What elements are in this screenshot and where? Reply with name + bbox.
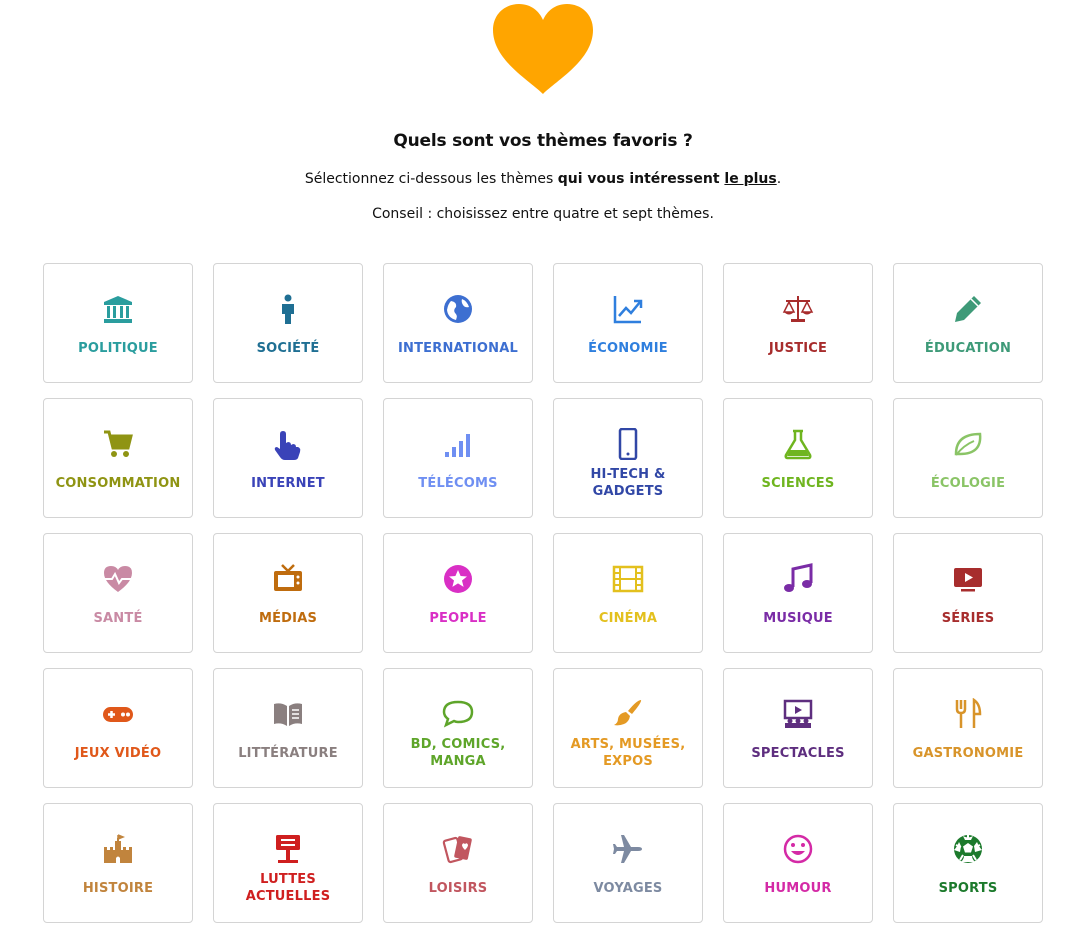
subtitle-underline: le plus bbox=[724, 171, 777, 187]
subtitle-emphasis: qui vous intéressent bbox=[557, 171, 725, 187]
theme-tile-voyages[interactable]: VOYAGES bbox=[553, 803, 703, 923]
theme-label: ÉDUCATION bbox=[924, 340, 1012, 356]
music-note-icon bbox=[779, 560, 817, 598]
theme-tile-medias[interactable]: MÉDIAS bbox=[213, 533, 363, 653]
heartbeat-icon bbox=[99, 560, 137, 598]
cart-icon bbox=[99, 425, 137, 463]
theme-tile-societe[interactable]: SOCIÉTÉ bbox=[213, 263, 363, 383]
star-circle-icon bbox=[439, 560, 477, 598]
theme-label: SPORTS bbox=[938, 880, 998, 896]
theme-tile-sante[interactable]: SANTÉ bbox=[43, 533, 193, 653]
theme-tile-telecoms[interactable]: TÉLÉCOMS bbox=[383, 398, 533, 518]
theme-tile-jeuxvideo[interactable]: JEUX VIDÉO bbox=[43, 668, 193, 788]
theme-label: GASTRONOMIE bbox=[912, 745, 1024, 761]
theme-label: SOCIÉTÉ bbox=[256, 340, 320, 356]
airplane-icon bbox=[609, 830, 647, 868]
film-icon bbox=[609, 560, 647, 598]
play-screen-icon bbox=[949, 560, 987, 598]
flask-icon bbox=[779, 425, 817, 463]
pencil-icon bbox=[949, 290, 987, 328]
selection-tip: Conseil : choisissez entre quatre et sep… bbox=[372, 206, 714, 222]
theme-label: SCIENCES bbox=[761, 475, 835, 491]
paintbrush-icon bbox=[609, 695, 647, 733]
theme-label: SANTÉ bbox=[93, 610, 143, 626]
subtitle-end: . bbox=[776, 171, 782, 187]
theme-tile-ecologie[interactable]: ÉCOLOGIE bbox=[893, 398, 1043, 518]
theme-label: HI-TECH & GADGETS bbox=[590, 467, 666, 499]
heart-logo-icon bbox=[493, 4, 593, 94]
smartphone-icon bbox=[609, 425, 647, 463]
soccer-ball-icon bbox=[949, 830, 987, 868]
theme-tile-bd[interactable]: BD, COMICS, MANGA bbox=[383, 668, 533, 788]
theme-label: SÉRIES bbox=[941, 610, 995, 626]
theme-tile-people[interactable]: PEOPLE bbox=[383, 533, 533, 653]
theme-label: ÉCONOMIE bbox=[588, 340, 668, 356]
theme-label: POLITIQUE bbox=[78, 340, 158, 356]
theme-tile-sports[interactable]: SPORTS bbox=[893, 803, 1043, 923]
theme-label: MÉDIAS bbox=[258, 610, 318, 626]
theme-tile-sciences[interactable]: SCIENCES bbox=[723, 398, 873, 518]
speech-bubble-icon bbox=[439, 695, 477, 733]
gamepad-icon bbox=[99, 695, 137, 733]
theme-tile-cinema[interactable]: CINÉMA bbox=[553, 533, 703, 653]
theme-tile-luttes[interactable]: LUTTES ACTUELLES bbox=[213, 803, 363, 923]
theme-tile-gastronomie[interactable]: GASTRONOMIE bbox=[893, 668, 1043, 788]
theme-tile-internet[interactable]: INTERNET bbox=[213, 398, 363, 518]
theme-tile-litterature[interactable]: LITTÉRATURE bbox=[213, 668, 363, 788]
theme-tile-arts[interactable]: ARTS, MUSÉES, EXPOS bbox=[553, 668, 703, 788]
theme-label: SPECTACLES bbox=[751, 745, 845, 761]
page-title: Quels sont vos thèmes favoris ? bbox=[393, 131, 693, 151]
theme-label: ÉCOLOGIE bbox=[930, 475, 1006, 491]
theme-tile-justice[interactable]: JUSTICE bbox=[723, 263, 873, 383]
theme-tile-series[interactable]: SÉRIES bbox=[893, 533, 1043, 653]
theme-tile-politique[interactable]: POLITIQUE bbox=[43, 263, 193, 383]
globe-icon bbox=[439, 290, 477, 328]
bank-icon bbox=[99, 290, 137, 328]
theme-tile-humour[interactable]: HUMOUR bbox=[723, 803, 873, 923]
stage-icon bbox=[779, 695, 817, 733]
theme-label: PEOPLE bbox=[429, 610, 487, 626]
theme-label: ARTS, MUSÉES, EXPOS bbox=[570, 737, 686, 769]
theme-tile-economie[interactable]: ÉCONOMIE bbox=[553, 263, 703, 383]
theme-label: CONSOMMATION bbox=[55, 475, 181, 491]
leaf-icon bbox=[949, 425, 987, 463]
tv-icon bbox=[269, 560, 307, 598]
cutlery-icon bbox=[949, 695, 987, 733]
theme-tile-musique[interactable]: MUSIQUE bbox=[723, 533, 873, 653]
theme-tile-education[interactable]: ÉDUCATION bbox=[893, 263, 1043, 383]
theme-label: LOISIRS bbox=[428, 880, 488, 896]
theme-label: LITTÉRATURE bbox=[238, 745, 338, 761]
theme-tile-loisirs[interactable]: LOISIRS bbox=[383, 803, 533, 923]
theme-label: VOYAGES bbox=[593, 880, 663, 896]
theme-tile-histoire[interactable]: HISTOIRE bbox=[43, 803, 193, 923]
person-icon bbox=[269, 290, 307, 328]
scales-icon bbox=[779, 290, 817, 328]
trending-up-icon bbox=[609, 290, 647, 328]
theme-label: JEUX VIDÉO bbox=[74, 745, 162, 761]
theme-label: TÉLÉCOMS bbox=[418, 475, 498, 491]
theme-label: MUSIQUE bbox=[763, 610, 833, 626]
book-icon bbox=[269, 695, 307, 733]
protest-sign-icon bbox=[269, 830, 307, 868]
theme-label: HISTOIRE bbox=[82, 880, 154, 896]
smiley-icon bbox=[779, 830, 817, 868]
theme-tile-international[interactable]: INTERNATIONAL bbox=[383, 263, 533, 383]
cards-icon bbox=[439, 830, 477, 868]
page-subtitle: Sélectionnez ci-dessous les thèmes qui v… bbox=[0, 171, 1081, 187]
theme-label: HUMOUR bbox=[764, 880, 832, 896]
signal-bars-icon bbox=[439, 425, 477, 463]
theme-tile-spectacles[interactable]: SPECTACLES bbox=[723, 668, 873, 788]
theme-label: CINÉMA bbox=[598, 610, 658, 626]
subtitle-text: Sélectionnez ci-dessous les thèmes bbox=[304, 171, 558, 187]
theme-label: BD, COMICS, MANGA bbox=[410, 737, 506, 769]
theme-label: JUSTICE bbox=[768, 340, 828, 356]
theme-tile-consommation[interactable]: CONSOMMATION bbox=[43, 398, 193, 518]
theme-label: LUTTES ACTUELLES bbox=[245, 872, 331, 904]
castle-icon bbox=[99, 830, 137, 868]
theme-tile-hitech[interactable]: HI-TECH & GADGETS bbox=[553, 398, 703, 518]
themes-grid: POLITIQUE SOCIÉTÉ INTERNATIONAL ÉCONOMIE JUS… bbox=[43, 263, 1043, 923]
theme-label: INTERNATIONAL bbox=[398, 340, 518, 356]
theme-label: INTERNET bbox=[251, 475, 325, 491]
pointer-hand-icon bbox=[269, 425, 307, 463]
